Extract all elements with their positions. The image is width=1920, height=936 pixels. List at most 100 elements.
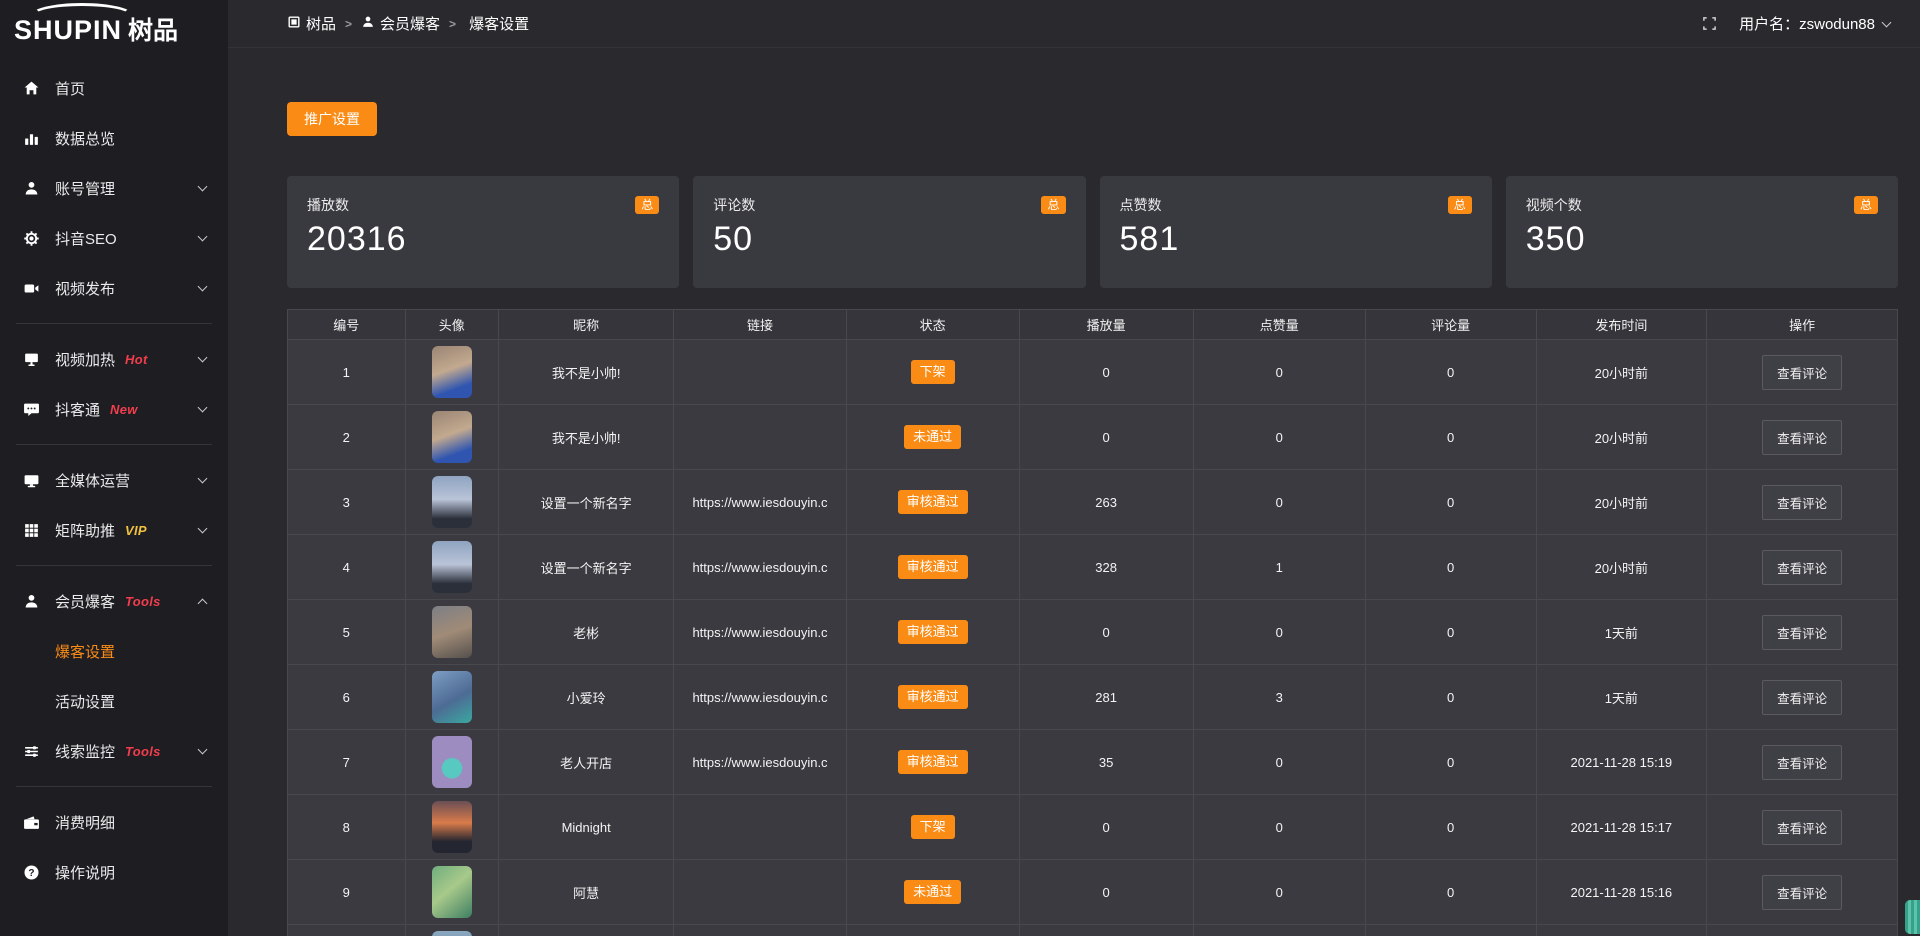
grid-icon <box>22 522 40 539</box>
total-badge: 总 <box>1854 196 1878 214</box>
view-comments-button[interactable]: 查看评论 <box>1762 810 1842 845</box>
stat-label: 评论数 <box>713 195 1065 215</box>
cell-likes: 0 <box>1193 795 1365 860</box>
breadcrumb-separator: > <box>449 17 456 31</box>
sidebar-subitem-activity-settings[interactable]: 活动设置 <box>0 676 228 726</box>
stat-label: 点赞数 <box>1120 195 1472 215</box>
logo: SHUPIN 树品 <box>0 0 228 48</box>
user-menu[interactable]: 用户名：zswodun88 <box>1739 13 1890 34</box>
sidebar-item-member-baoke[interactable]: 会员爆客 Tools <box>0 576 228 626</box>
cell-publish-time <box>1536 925 1707 936</box>
cell-plays: 0 <box>1019 860 1193 925</box>
cell-plays <box>1019 925 1193 936</box>
cell-nickname: 老人开店 <box>498 730 673 795</box>
avatar <box>432 541 472 593</box>
sidebar-item-data-overview[interactable]: 数据总览 <box>0 113 228 163</box>
sidebar-item-omni-media-operation[interactable]: 全媒体运营 <box>0 455 228 505</box>
avatar <box>432 476 472 528</box>
breadcrumb: 树品 > 会员爆客 > 爆客设置 <box>287 13 529 34</box>
sidebar-item-label: 线索监控 <box>55 741 115 762</box>
cell-link[interactable]: https://www.iesdouyin.c <box>674 600 846 665</box>
table-row-partial <box>288 925 1898 936</box>
cell-plays: 328 <box>1019 535 1193 600</box>
chevron-down-icon <box>198 473 208 483</box>
stat-value: 50 <box>713 220 1065 259</box>
view-comments-button[interactable]: 查看评论 <box>1762 745 1842 780</box>
sidebar-item-label: 视频发布 <box>55 278 115 299</box>
sidebar-item-douyin-seo[interactable]: 抖音SEO <box>0 213 228 263</box>
cell-likes: 0 <box>1193 340 1365 405</box>
cell-comments: 0 <box>1365 340 1536 405</box>
sliders-icon <box>22 743 40 760</box>
view-comments-button[interactable]: 查看评论 <box>1762 355 1842 390</box>
breadcrumb-item-member-baoke[interactable]: 会员爆客 <box>361 13 440 34</box>
floating-widget[interactable] <box>1905 900 1920 934</box>
sidebar-item-operation-guide[interactable]: ? 操作说明 <box>0 847 228 897</box>
promotion-settings-button[interactable]: 推广设置 <box>287 102 377 136</box>
table-row: 4 设置一个新名字 https://www.iesdouyin.c 审核通过 3… <box>288 535 1898 600</box>
cell-link[interactable] <box>674 795 846 860</box>
cell-nickname: 老彬 <box>498 600 673 665</box>
avatar <box>432 931 472 936</box>
sidebar-item-clue-monitoring[interactable]: 线索监控 Tools <box>0 726 228 776</box>
col-header-plays: 播放量 <box>1019 310 1193 340</box>
view-comments-button[interactable]: 查看评论 <box>1762 420 1842 455</box>
sidebar-subitem-baoke-settings[interactable]: 爆客设置 <box>0 626 228 676</box>
cell-link[interactable] <box>674 405 846 470</box>
cell-link[interactable] <box>674 860 846 925</box>
sidebar-item-label: 抖客通 <box>55 399 100 420</box>
sidebar-item-label: 操作说明 <box>55 862 115 883</box>
view-comments-button[interactable]: 查看评论 <box>1762 485 1842 520</box>
col-header-actions: 操作 <box>1707 310 1898 340</box>
view-comments-button[interactable]: 查看评论 <box>1762 550 1842 585</box>
status-badge: 审核通过 <box>898 620 968 644</box>
sidebar-item-account-management[interactable]: 账号管理 <box>0 163 228 213</box>
cell-likes: 0 <box>1193 860 1365 925</box>
view-comments-button[interactable]: 查看评论 <box>1762 615 1842 650</box>
chevron-down-icon <box>198 402 208 412</box>
cell-link <box>674 925 846 936</box>
cell-actions <box>1707 925 1898 936</box>
sidebar-item-home[interactable]: 首页 <box>0 63 228 113</box>
cell-plays: 263 <box>1019 470 1193 535</box>
stat-label: 视频个数 <box>1526 195 1878 215</box>
cell-link[interactable]: https://www.iesdouyin.c <box>674 665 846 730</box>
sidebar-item-video-publish[interactable]: 视频发布 <box>0 263 228 313</box>
cell-likes <box>1193 925 1365 936</box>
stat-value: 581 <box>1120 220 1472 259</box>
home-icon <box>22 80 40 97</box>
cell-link[interactable]: https://www.iesdouyin.c <box>674 470 846 535</box>
chevron-down-icon <box>1882 17 1892 27</box>
cell-link[interactable]: https://www.iesdouyin.c <box>674 730 846 795</box>
cell-likes: 1 <box>1193 535 1365 600</box>
breadcrumb-item-shupin[interactable]: 树品 <box>287 13 336 34</box>
fullscreen-icon[interactable] <box>1702 16 1717 31</box>
help-icon: ? <box>22 864 40 881</box>
cell-comments: 0 <box>1365 600 1536 665</box>
stat-label: 播放数 <box>307 195 659 215</box>
sidebar: SHUPIN 树品 首页 数据总览 账号管理 抖音SEO 视频发布 <box>0 0 228 936</box>
view-comments-button[interactable]: 查看评论 <box>1762 875 1842 910</box>
sidebar-menu: 首页 数据总览 账号管理 抖音SEO 视频发布 视频加热 Hot <box>0 48 228 897</box>
topbar-right: 用户名：zswodun88 <box>1702 13 1890 34</box>
sidebar-item-consumption-details[interactable]: 消费明细 <box>0 797 228 847</box>
table-row: 8 Midnight 下架 0 0 0 2021-11-28 15:17 查看评… <box>288 795 1898 860</box>
view-comments-button[interactable]: 查看评论 <box>1762 680 1842 715</box>
cell-link[interactable] <box>674 340 846 405</box>
sidebar-item-video-heating[interactable]: 视频加热 Hot <box>0 334 228 384</box>
sidebar-item-douke-tong[interactable]: 抖客通 New <box>0 384 228 434</box>
avatar <box>432 346 472 398</box>
topbar: 树品 > 会员爆客 > 爆客设置 用户名：zswodun88 <box>228 0 1920 48</box>
cell-plays: 35 <box>1019 730 1193 795</box>
table-row: 2 我不是小帅! 未通过 0 0 0 20小时前 查看评论 <box>288 405 1898 470</box>
cell-nickname: 设置一个新名字 <box>498 535 673 600</box>
user-icon <box>22 180 40 197</box>
sidebar-item-matrix-boost[interactable]: 矩阵助推 VIP <box>0 505 228 555</box>
cell-id: 3 <box>288 470 406 535</box>
cell-id: 4 <box>288 535 406 600</box>
logo-arc <box>30 3 134 29</box>
sidebar-item-label: 账号管理 <box>55 178 115 199</box>
cell-link[interactable]: https://www.iesdouyin.c <box>674 535 846 600</box>
cell-id: 8 <box>288 795 406 860</box>
avatar <box>432 736 472 788</box>
